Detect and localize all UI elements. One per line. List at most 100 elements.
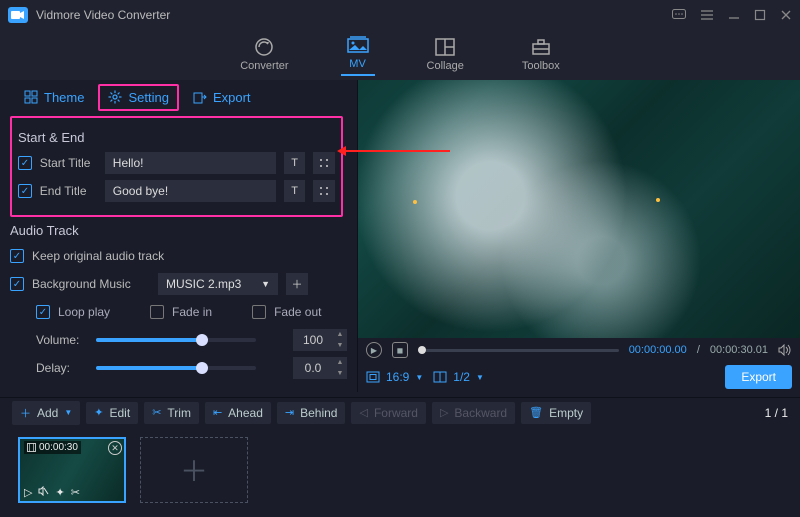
remove-clip-button[interactable]: ✕	[108, 441, 122, 455]
bgm-value: MUSIC 2.mp3	[166, 277, 241, 291]
end-title-checkbox[interactable]: ✓	[18, 184, 32, 198]
main-nav: Converter MV Collage Toolbox	[0, 30, 800, 80]
nav-collage[interactable]: Collage	[421, 35, 470, 76]
text-option-button[interactable]	[313, 152, 335, 174]
scissors-icon: ✂	[152, 406, 161, 419]
delay-value: 0.0	[293, 361, 333, 375]
toolbox-icon	[530, 37, 552, 57]
start-title-label: Start Title	[40, 156, 97, 170]
clip-trim-icon[interactable]: ✂	[71, 486, 80, 499]
nav-mv[interactable]: MV	[341, 33, 375, 76]
trash-icon: 🗑	[529, 406, 543, 419]
tab-export[interactable]: Export	[183, 84, 261, 111]
bgm-label: Background Music	[32, 277, 150, 291]
forward-icon: ◁	[359, 406, 367, 419]
step-up-icon[interactable]: ▲	[333, 357, 347, 368]
clip-strip: 00:00:30 ✕ ▷ ✦ ✂ ＋	[0, 427, 800, 517]
keep-audio-label: Keep original audio track	[32, 249, 164, 263]
text-style-button[interactable]: T	[284, 152, 306, 174]
backward-button[interactable]: ▷ Backward	[432, 402, 515, 424]
plus-icon: ＋	[20, 405, 31, 421]
audio-heading: Audio Track	[10, 223, 347, 238]
app-logo	[8, 7, 28, 23]
backward-icon: ▷	[440, 406, 448, 419]
text-option-button[interactable]	[313, 180, 335, 202]
split-select[interactable]: 1/2 ▼	[433, 370, 484, 384]
fadeout-label: Fade out	[274, 305, 321, 319]
empty-button[interactable]: 🗑Empty	[521, 402, 591, 424]
split-value: 1/2	[453, 370, 470, 384]
clip-play-icon[interactable]: ▷	[24, 486, 32, 499]
step-up-icon[interactable]: ▲	[333, 329, 347, 340]
start-title-input[interactable]	[105, 152, 276, 174]
bgm-select[interactable]: MUSIC 2.mp3 ▼	[158, 273, 278, 295]
feedback-icon[interactable]	[672, 9, 686, 21]
label: Backward	[454, 406, 507, 420]
end-title-input[interactable]	[105, 180, 276, 202]
timeline-slider[interactable]	[418, 349, 619, 352]
delay-slider[interactable]	[96, 366, 256, 370]
fadein-checkbox[interactable]: ✓	[150, 305, 164, 319]
clip-edit-icon[interactable]: ✦	[55, 486, 64, 499]
nav-label: Converter	[240, 60, 288, 72]
step-down-icon[interactable]: ▼	[333, 368, 347, 379]
delay-stepper[interactable]: 0.0 ▲▼	[293, 357, 347, 379]
clip-thumbnail[interactable]: 00:00:30 ✕ ▷ ✦ ✂	[18, 437, 126, 503]
fadeout-checkbox[interactable]: ✓	[252, 305, 266, 319]
nav-toolbox[interactable]: Toolbox	[516, 35, 566, 76]
close-icon[interactable]	[780, 9, 792, 21]
add-music-button[interactable]: ＋	[286, 273, 308, 295]
maximize-icon[interactable]	[754, 9, 766, 21]
film-icon	[27, 443, 36, 452]
behind-icon: ⇥	[285, 406, 294, 419]
edit-button[interactable]: ✦Edit	[86, 402, 138, 424]
play-button[interactable]: ▶	[366, 342, 382, 358]
add-button[interactable]: ＋Add▼	[12, 401, 80, 425]
wand-icon: ✦	[94, 406, 103, 419]
keep-audio-checkbox[interactable]: ✓	[10, 249, 24, 263]
menu-icon[interactable]	[700, 9, 714, 21]
nav-label: MV	[349, 58, 366, 70]
tab-theme[interactable]: Theme	[14, 84, 94, 111]
chevron-down-icon: ▼	[64, 408, 72, 417]
time-total: 00:00:30.01	[710, 344, 768, 356]
video-preview[interactable]	[358, 80, 800, 338]
step-down-icon[interactable]: ▼	[333, 340, 347, 351]
bottom-toolbar: ＋Add▼ ✦Edit ✂Trim ⇤Ahead ⇥Behind ◁Forwar…	[0, 397, 800, 427]
add-clip-button[interactable]: ＋	[140, 437, 248, 503]
volume-icon[interactable]	[778, 344, 792, 356]
bgm-checkbox[interactable]: ✓	[10, 277, 24, 291]
minimize-icon[interactable]	[728, 9, 740, 21]
theme-icon	[24, 90, 38, 104]
marker-icon	[656, 198, 660, 202]
clip-mute-icon[interactable]	[38, 486, 49, 499]
tab-label: Setting	[128, 90, 168, 105]
volume-value: 100	[293, 333, 333, 347]
text-style-button[interactable]: T	[284, 180, 306, 202]
nav-converter[interactable]: Converter	[234, 35, 294, 76]
trim-button[interactable]: ✂Trim	[144, 402, 199, 424]
preview-panel: ▶ ◼ 00:00:00.00/00:00:30.01 16:9 ▼ 1/2 ▼…	[358, 80, 800, 392]
aspect-value: 16:9	[386, 370, 409, 384]
start-end-group: Start & End ✓ Start Title T ✓ End Title …	[10, 116, 343, 217]
delay-label: Delay:	[36, 361, 88, 375]
stop-button[interactable]: ◼	[392, 342, 408, 358]
start-end-heading: Start & End	[18, 130, 335, 145]
page-indicator: 1 / 1	[765, 406, 788, 420]
titlebar: Vidmore Video Converter	[0, 0, 800, 30]
aspect-select[interactable]: 16:9 ▼	[366, 370, 423, 384]
left-tabs: Theme Setting Export	[0, 80, 357, 114]
loop-checkbox[interactable]: ✓	[36, 305, 50, 319]
export-icon	[193, 90, 207, 104]
collage-icon	[434, 37, 456, 57]
forward-button[interactable]: ◁Forward	[351, 402, 425, 424]
export-button[interactable]: Export	[725, 365, 792, 389]
volume-slider[interactable]	[96, 338, 256, 342]
tab-setting[interactable]: Setting	[98, 84, 178, 111]
app-title: Vidmore Video Converter	[36, 8, 672, 22]
behind-button[interactable]: ⇥Behind	[277, 402, 346, 424]
ahead-button[interactable]: ⇤Ahead	[205, 402, 271, 424]
playback-bar: ▶ ◼ 00:00:00.00/00:00:30.01	[358, 338, 800, 362]
volume-stepper[interactable]: 100 ▲▼	[293, 329, 347, 351]
start-title-checkbox[interactable]: ✓	[18, 156, 32, 170]
